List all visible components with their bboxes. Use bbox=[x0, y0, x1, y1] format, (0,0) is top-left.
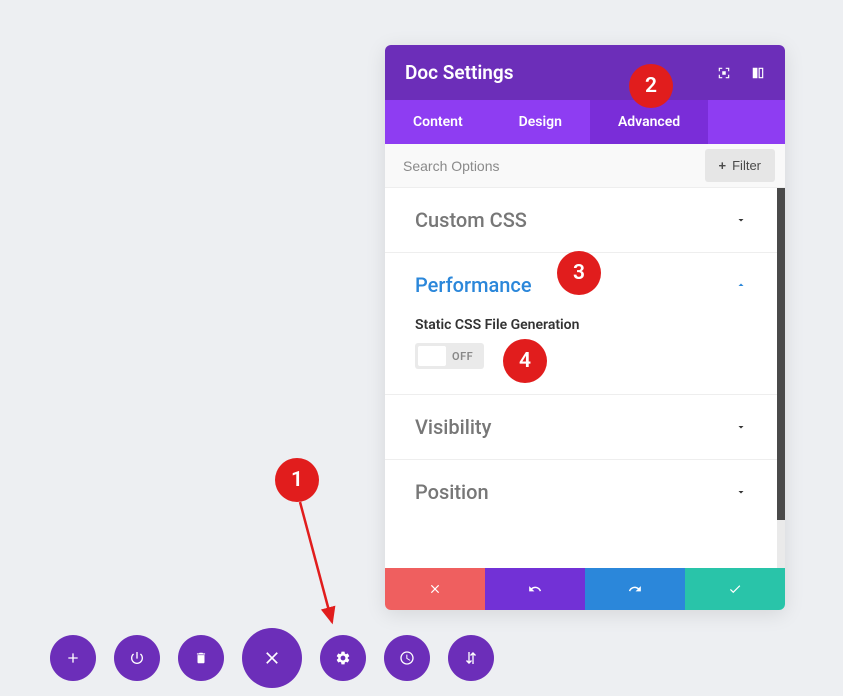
section-title: Performance bbox=[415, 273, 532, 297]
filter-label: Filter bbox=[732, 158, 761, 173]
panel-footer bbox=[385, 568, 785, 610]
section-title: Position bbox=[415, 480, 489, 504]
panel-header-actions bbox=[717, 66, 765, 80]
expand-icon[interactable] bbox=[717, 66, 731, 80]
section-body-performance: Static CSS File Generation OFF bbox=[385, 317, 777, 394]
plus-icon: + bbox=[719, 158, 727, 173]
filter-button[interactable]: + Filter bbox=[705, 149, 775, 182]
chevron-down-icon bbox=[735, 421, 747, 433]
sort-icon bbox=[463, 650, 479, 666]
redo-button[interactable] bbox=[585, 568, 685, 610]
chevron-down-icon bbox=[735, 214, 747, 226]
builder-toolbar bbox=[50, 628, 494, 688]
tab-design[interactable]: Design bbox=[491, 100, 590, 144]
close-icon bbox=[262, 648, 282, 668]
panel-title: Doc Settings bbox=[405, 61, 513, 84]
power-button[interactable] bbox=[114, 635, 160, 681]
callout-3: 3 bbox=[557, 251, 601, 295]
section-header-visibility[interactable]: Visibility bbox=[385, 395, 777, 459]
tab-content[interactable]: Content bbox=[385, 100, 491, 144]
callout-2: 2 bbox=[629, 64, 673, 108]
sort-button[interactable] bbox=[448, 635, 494, 681]
static-css-toggle[interactable]: OFF bbox=[415, 343, 484, 369]
chevron-up-icon bbox=[735, 279, 747, 291]
undo-button[interactable] bbox=[485, 568, 585, 610]
scrollbar-track[interactable] bbox=[777, 188, 785, 568]
toggle-knob bbox=[418, 346, 446, 366]
add-button[interactable] bbox=[50, 635, 96, 681]
panel-body: Custom CSS Performance Static CSS File G… bbox=[385, 188, 785, 568]
section-title: Visibility bbox=[415, 415, 491, 439]
close-button[interactable] bbox=[242, 628, 302, 688]
check-icon bbox=[728, 582, 742, 596]
section-header-custom-css[interactable]: Custom CSS bbox=[385, 188, 777, 252]
search-input[interactable] bbox=[385, 146, 705, 186]
clock-icon bbox=[399, 650, 415, 666]
gear-icon bbox=[335, 650, 351, 666]
callout-1: 1 bbox=[275, 458, 319, 502]
section-visibility: Visibility bbox=[385, 395, 777, 460]
scrollbar-thumb[interactable] bbox=[777, 188, 785, 520]
close-icon bbox=[428, 582, 442, 596]
callout-4: 4 bbox=[503, 339, 547, 383]
history-button[interactable] bbox=[384, 635, 430, 681]
save-button[interactable] bbox=[685, 568, 785, 610]
tabs: Content Design Advanced bbox=[385, 100, 785, 144]
columns-icon[interactable] bbox=[751, 66, 765, 80]
search-row: + Filter bbox=[385, 144, 785, 188]
delete-button[interactable] bbox=[178, 635, 224, 681]
power-icon bbox=[129, 650, 145, 666]
redo-icon bbox=[628, 582, 642, 596]
section-custom-css: Custom CSS bbox=[385, 188, 777, 253]
chevron-down-icon bbox=[735, 486, 747, 498]
trash-icon bbox=[194, 651, 208, 665]
section-header-position[interactable]: Position bbox=[385, 460, 777, 524]
toggle-value: OFF bbox=[452, 350, 481, 363]
settings-button[interactable] bbox=[320, 635, 366, 681]
callout-arrow bbox=[296, 500, 356, 640]
cancel-button[interactable] bbox=[385, 568, 485, 610]
undo-icon bbox=[528, 582, 542, 596]
setting-label: Static CSS File Generation bbox=[415, 317, 747, 333]
plus-icon bbox=[65, 650, 81, 666]
section-position: Position bbox=[385, 460, 777, 524]
section-title: Custom CSS bbox=[415, 208, 527, 232]
settings-panel: Doc Settings Content Design Advanced + F… bbox=[385, 45, 785, 610]
panel-header: Doc Settings bbox=[385, 45, 785, 100]
